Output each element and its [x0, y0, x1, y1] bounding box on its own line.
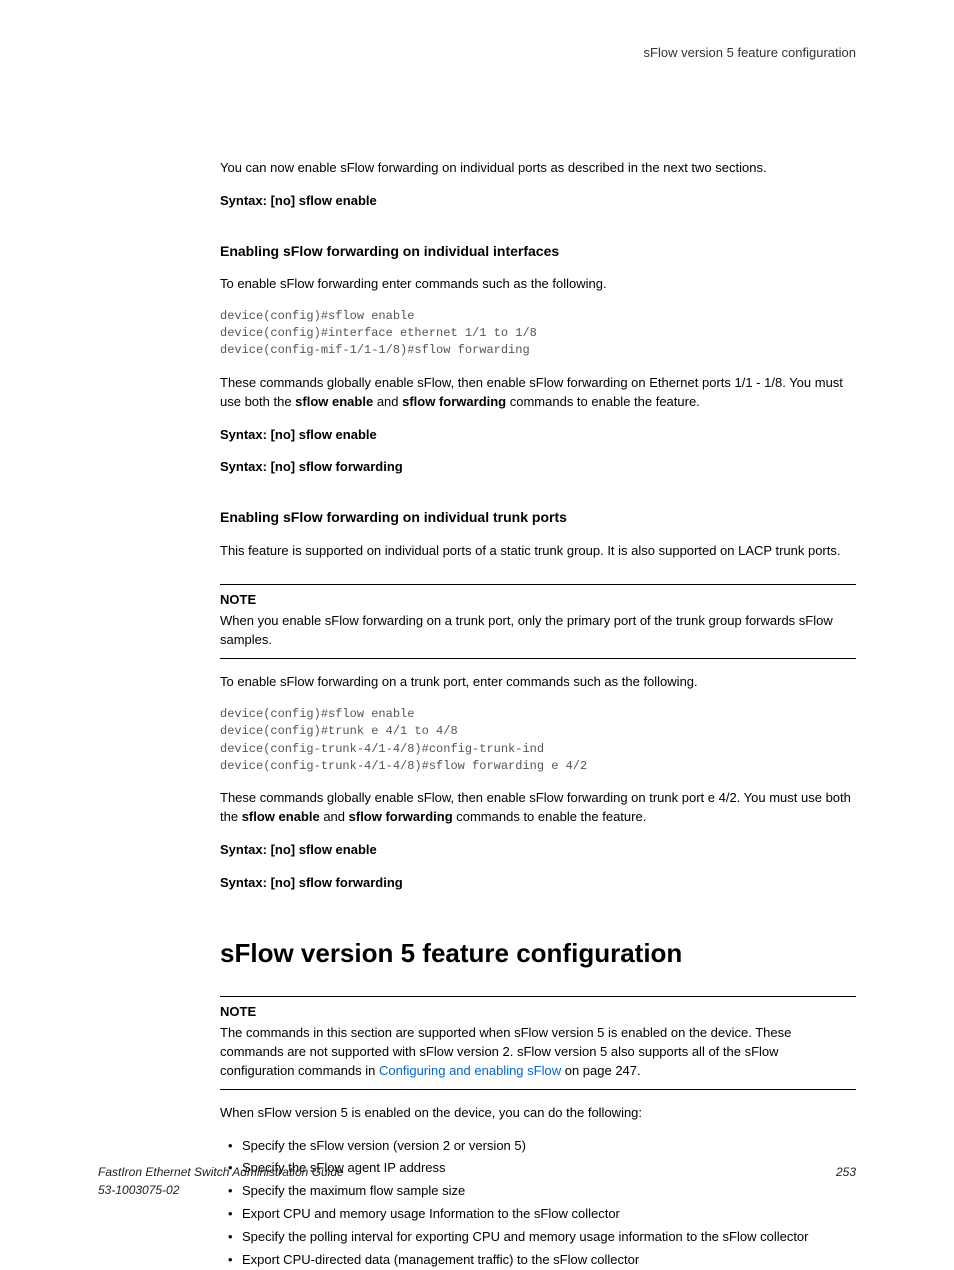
note-body: When you enable sFlow forwarding on a tr…: [220, 612, 856, 650]
syntax-line: Syntax: [no] sflow enable: [220, 426, 856, 445]
page-footer: 253 FastIron Ethernet Switch Administrat…: [98, 1164, 856, 1199]
syntax-line: Syntax: [no] sflow enable: [220, 192, 856, 211]
note-label: NOTE: [220, 1003, 856, 1022]
list-item: Export CPU-directed data (management tra…: [220, 1251, 856, 1270]
note-body: The commands in this section are support…: [220, 1024, 856, 1081]
text: and: [373, 394, 402, 409]
list-item: Specify the sFlow version (version 2 or …: [220, 1137, 856, 1156]
lead-paragraph: This feature is supported on individual …: [220, 542, 856, 561]
note-label: NOTE: [220, 591, 856, 610]
explain-paragraph: These commands globally enable sFlow, th…: [220, 374, 856, 412]
lead-paragraph: When sFlow version 5 is enabled on the d…: [220, 1104, 856, 1123]
section-title: sFlow version 5 feature configuration: [220, 935, 856, 973]
page: sFlow version 5 feature configuration Yo…: [0, 0, 954, 1235]
bullet-list: Specify the sFlow version (version 2 or …: [220, 1137, 856, 1270]
footer-docid: 53-1003075-02: [98, 1183, 179, 1197]
text: and: [320, 809, 349, 824]
code-block: device(config)#sflow enable device(confi…: [220, 706, 856, 776]
command-bold: sflow enable: [295, 394, 373, 409]
code-block: device(config)#sflow enable device(confi…: [220, 308, 856, 360]
intro-paragraph: You can now enable sFlow forwarding on i…: [220, 159, 856, 178]
command-bold: sflow forwarding: [402, 394, 506, 409]
page-number: 253: [836, 1164, 856, 1181]
explain-paragraph: These commands globally enable sFlow, th…: [220, 789, 856, 827]
note-block: NOTE When you enable sFlow forwarding on…: [220, 584, 856, 659]
command-bold: sflow enable: [242, 809, 320, 824]
list-item: Specify the polling interval for exporti…: [220, 1228, 856, 1247]
text: commands to enable the feature.: [506, 394, 700, 409]
syntax-line: Syntax: [no] sflow enable: [220, 841, 856, 860]
footer-title: FastIron Ethernet Switch Administration …: [98, 1165, 344, 1179]
link-configuring-sflow[interactable]: Configuring and enabling sFlow: [379, 1063, 561, 1078]
syntax-line: Syntax: [no] sflow forwarding: [220, 874, 856, 893]
command-bold: sflow forwarding: [349, 809, 453, 824]
list-item: Export CPU and memory usage Information …: [220, 1205, 856, 1224]
text: on page 247.: [561, 1063, 641, 1078]
lead-paragraph: To enable sFlow forwarding enter command…: [220, 275, 856, 294]
heading-individual-interfaces: Enabling sFlow forwarding on individual …: [220, 241, 856, 261]
syntax-line: Syntax: [no] sflow forwarding: [220, 458, 856, 477]
heading-trunk-ports: Enabling sFlow forwarding on individual …: [220, 507, 856, 527]
note-block: NOTE The commands in this section are su…: [220, 996, 856, 1089]
running-header: sFlow version 5 feature configuration: [220, 44, 856, 63]
lead-paragraph: To enable sFlow forwarding on a trunk po…: [220, 673, 856, 692]
text: commands to enable the feature.: [453, 809, 647, 824]
